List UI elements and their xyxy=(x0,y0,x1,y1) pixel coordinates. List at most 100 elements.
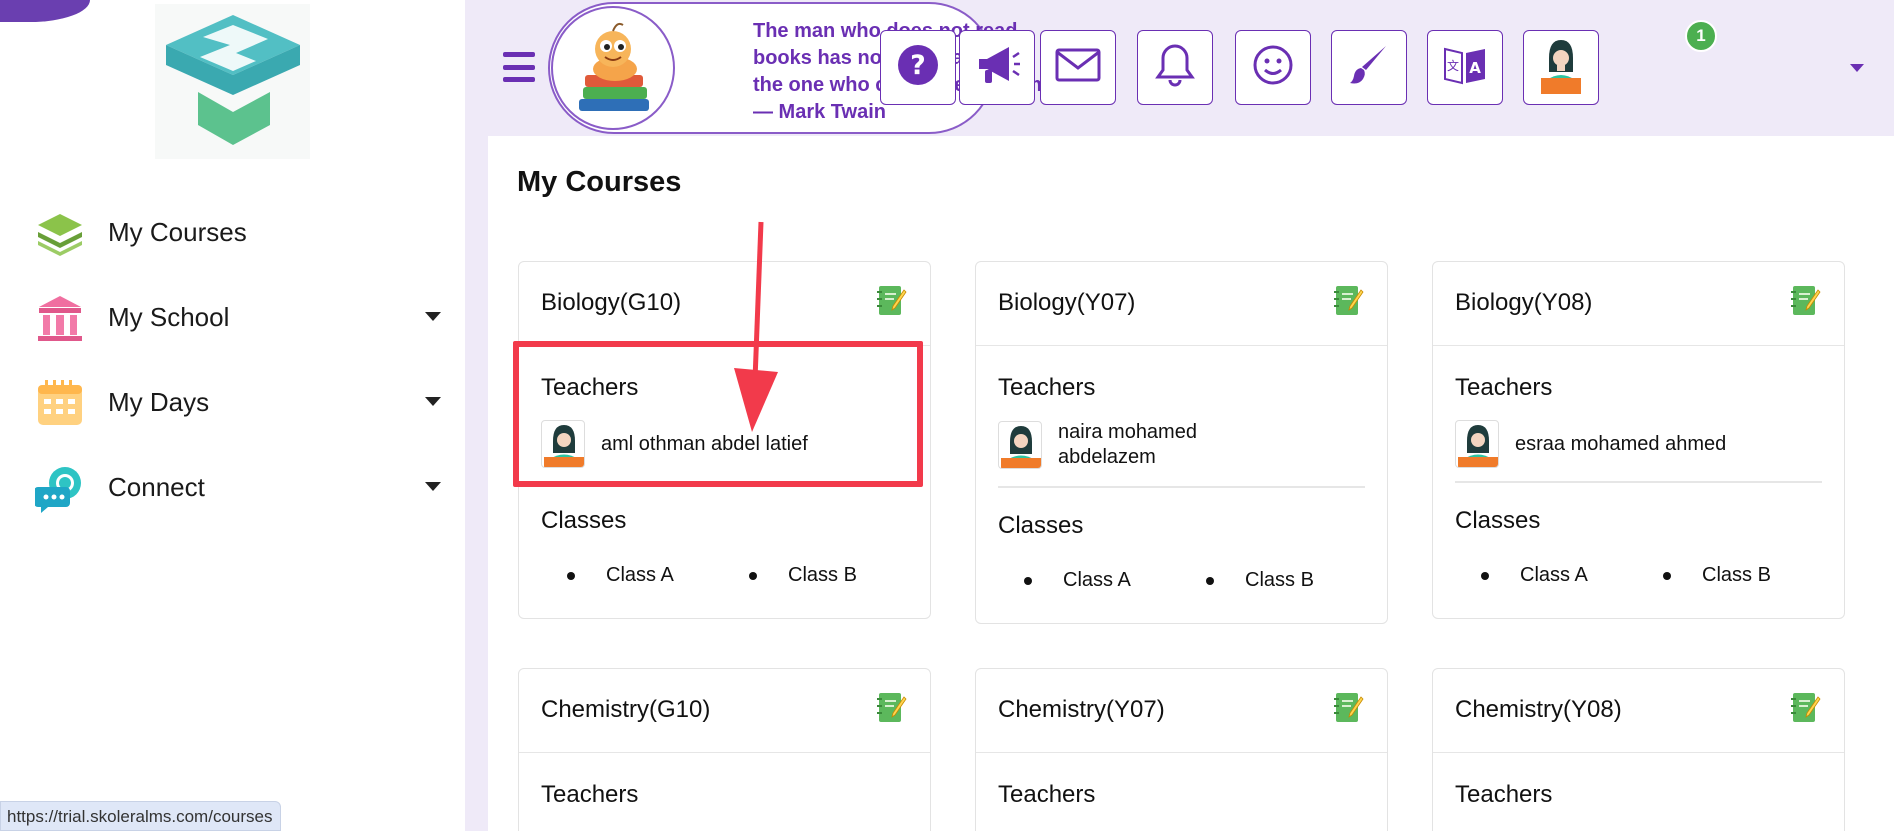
course-card[interactable]: Chemistry(Y08) Teachers xyxy=(1432,668,1845,831)
layers-icon xyxy=(34,207,86,259)
mail-button[interactable] xyxy=(1040,30,1116,105)
language-button[interactable]: A文 xyxy=(1427,30,1503,105)
sidebar-item-connect[interactable]: Connect xyxy=(0,445,465,530)
teacher-name[interactable]: naira mohamed abdelazem xyxy=(1058,420,1197,470)
course-title[interactable]: Chemistry(Y08) xyxy=(1455,696,1622,724)
announcements-button[interactable] xyxy=(959,30,1035,105)
list-item[interactable]: Class A xyxy=(567,564,749,587)
class-list: Class A Class B xyxy=(567,564,931,587)
course-title[interactable]: Biology(Y07) xyxy=(998,289,1135,317)
calendar-icon xyxy=(34,377,86,429)
teacher-row[interactable]: naira mohamed abdelazem xyxy=(998,420,1197,470)
class-label: Class B xyxy=(788,564,857,586)
course-card[interactable]: Biology(G10) Teachers aml othman abdel l… xyxy=(518,261,931,619)
sidebar-item-label: My Courses xyxy=(108,217,247,247)
notebook-edit-icon[interactable] xyxy=(876,284,908,318)
notebook-edit-icon[interactable] xyxy=(1790,691,1822,725)
chat-bubbles-icon xyxy=(34,462,86,514)
svg-text:文: 文 xyxy=(1447,58,1459,73)
teachers-heading: Teachers xyxy=(1455,781,1553,808)
mood-button[interactable] xyxy=(1235,30,1311,105)
card-header: Biology(Y07) xyxy=(976,262,1387,346)
course-card[interactable]: Chemistry(G10) Teachers xyxy=(518,668,931,831)
bookworm-mascot-icon xyxy=(551,6,675,130)
course-card[interactable]: Chemistry(Y07) Teachers xyxy=(975,668,1388,831)
course-title[interactable]: Chemistry(Y07) xyxy=(998,696,1165,724)
help-button[interactable]: ? xyxy=(880,30,956,105)
divider xyxy=(1455,481,1822,483)
list-item[interactable]: Class A xyxy=(1024,569,1206,592)
sidebar-item-label: My School xyxy=(108,302,230,332)
megaphone-icon xyxy=(973,42,1021,93)
help-icon: ? xyxy=(897,44,939,91)
teacher-name[interactable]: aml othman abdel latief xyxy=(601,432,808,457)
list-item[interactable]: Class B xyxy=(1663,564,1845,587)
classes-heading: Classes xyxy=(1455,507,1541,534)
list-item[interactable]: Class B xyxy=(1206,569,1388,592)
smiley-icon xyxy=(1252,44,1294,91)
notebook-edit-icon[interactable] xyxy=(1333,691,1365,725)
sidebar: My Courses My School My Days Connect xyxy=(0,0,465,831)
course-title[interactable]: Biology(Y08) xyxy=(1455,289,1592,317)
profile-avatar xyxy=(1539,36,1583,99)
notebook-edit-icon[interactable] xyxy=(1790,284,1822,318)
class-list: Class A Class B xyxy=(1024,569,1388,592)
class-list: Class A Class B xyxy=(1481,564,1845,587)
notifications-button[interactable] xyxy=(1137,30,1213,105)
teacher-avatar xyxy=(1455,420,1499,468)
teachers-heading: Teachers xyxy=(541,374,639,401)
notebook-edit-icon[interactable] xyxy=(876,691,908,725)
card-header: Biology(Y08) xyxy=(1433,262,1844,346)
teachers-heading: Teachers xyxy=(541,781,639,808)
sidebar-item-my-days[interactable]: My Days xyxy=(0,360,465,445)
classes-heading: Classes xyxy=(541,507,627,534)
course-card[interactable]: Biology(Y08) Teachers esraa mohamed ahme… xyxy=(1432,261,1845,619)
class-label: Class A xyxy=(1063,569,1131,591)
card-header: Biology(G10) xyxy=(519,262,930,346)
svg-text:A: A xyxy=(1469,59,1481,77)
profile-button[interactable] xyxy=(1523,30,1599,105)
list-item[interactable]: Class A xyxy=(1481,564,1663,587)
teacher-row[interactable]: esraa mohamed ahmed xyxy=(1455,420,1726,468)
corner-decoration xyxy=(0,0,90,22)
teachers-heading: Teachers xyxy=(998,781,1096,808)
divider xyxy=(998,486,1365,488)
teacher-avatar xyxy=(998,421,1042,469)
class-label: Class B xyxy=(1702,564,1771,586)
course-title[interactable]: Biology(G10) xyxy=(541,289,681,317)
class-label: Class A xyxy=(606,564,674,586)
bullet-icon xyxy=(1481,571,1489,580)
list-item[interactable]: Class B xyxy=(749,564,931,587)
page-title: My Courses xyxy=(517,166,682,198)
app-logo[interactable] xyxy=(155,4,310,159)
bullet-icon xyxy=(567,571,575,580)
card-header: Chemistry(G10) xyxy=(519,669,930,753)
card-header: Chemistry(Y08) xyxy=(1433,669,1844,753)
teacher-name[interactable]: esraa mohamed ahmed xyxy=(1515,432,1726,457)
notification-badge: 1 xyxy=(1685,20,1717,52)
teacher-row[interactable]: aml othman abdel latief xyxy=(541,420,808,468)
status-bar-url: https://trial.skoleralms.com/courses xyxy=(0,801,282,831)
teachers-heading: Teachers xyxy=(998,374,1096,401)
bullet-icon xyxy=(1024,576,1032,585)
sidebar-item-label: My Days xyxy=(108,387,210,417)
svg-text:?: ? xyxy=(910,50,926,81)
sidebar-item-my-courses[interactable]: My Courses xyxy=(0,190,465,275)
bullet-icon xyxy=(749,571,757,580)
translate-icon: A文 xyxy=(1442,43,1488,92)
menu-toggle-button[interactable] xyxy=(503,52,535,82)
teacher-avatar xyxy=(541,420,585,468)
chevron-down-icon[interactable] xyxy=(1850,64,1864,72)
notebook-edit-icon[interactable] xyxy=(1333,284,1365,318)
class-label: Class B xyxy=(1245,569,1314,591)
course-title[interactable]: Chemistry(G10) xyxy=(541,696,710,724)
class-label: Class A xyxy=(1520,564,1588,586)
bullet-icon xyxy=(1663,571,1671,580)
chevron-down-icon[interactable] xyxy=(425,312,441,321)
sidebar-item-label: Connect xyxy=(108,472,205,502)
sidebar-item-my-school[interactable]: My School xyxy=(0,275,465,360)
course-card[interactable]: Biology(Y07) Teachers naira mohamed abde… xyxy=(975,261,1388,624)
chevron-down-icon[interactable] xyxy=(425,397,441,406)
theme-button[interactable] xyxy=(1331,30,1407,105)
chevron-down-icon[interactable] xyxy=(425,482,441,491)
